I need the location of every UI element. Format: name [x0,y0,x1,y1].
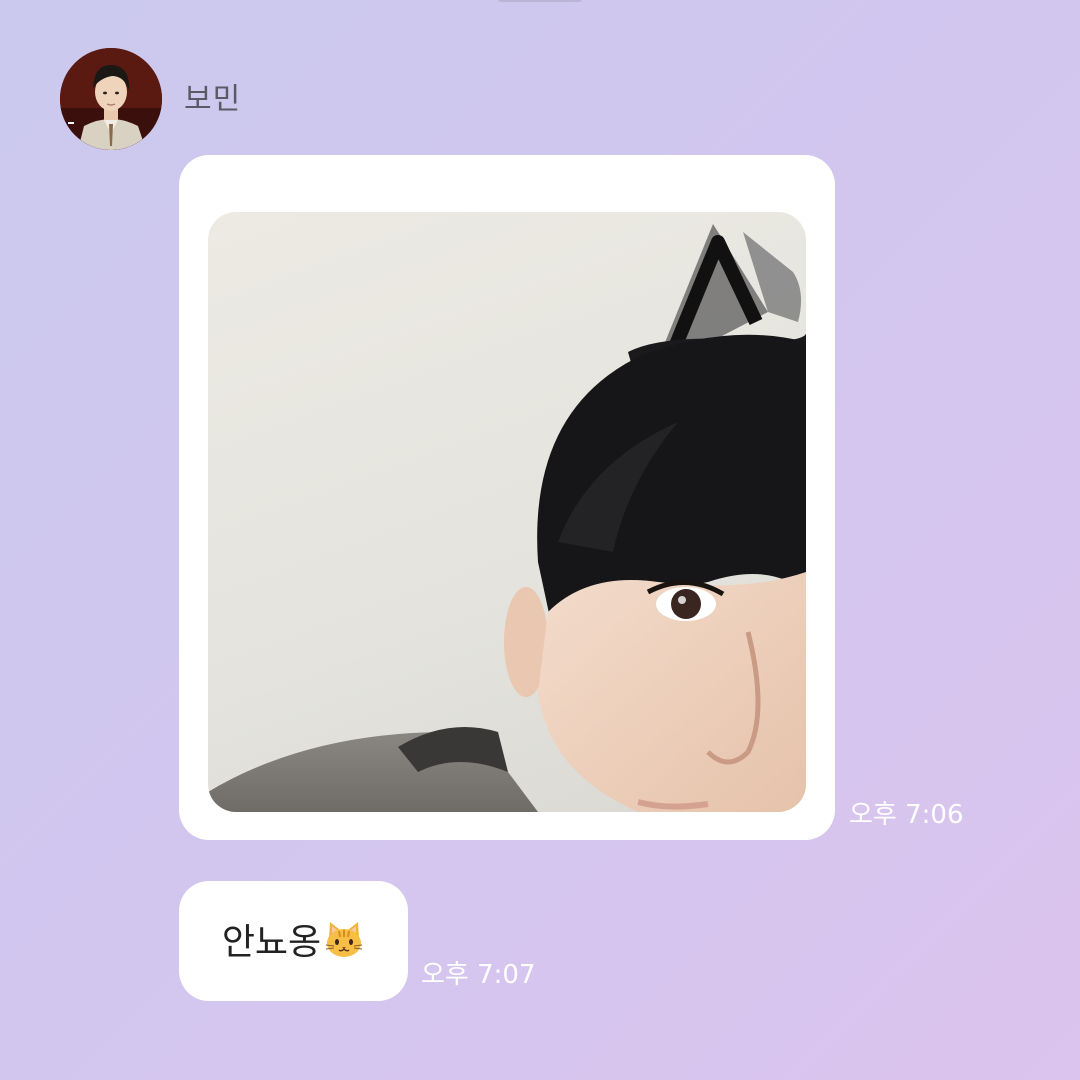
selfie-image [208,224,806,812]
message-text: 안뇨옹 [222,918,365,965]
message-text-content: 안뇨옹 [221,921,322,963]
message-photo[interactable] [208,212,806,812]
avatar[interactable] [60,48,162,150]
sender-name: 보민 [184,82,242,117]
cat-face-icon [326,921,363,957]
text-message-timestamp: 오후 7:07 [421,960,536,990]
avatar-photo [60,48,162,150]
top-handle [498,0,582,2]
photo-message-timestamp: 오후 7:06 [849,800,964,830]
text-message-bubble[interactable]: 안뇨옹 [179,881,408,1001]
